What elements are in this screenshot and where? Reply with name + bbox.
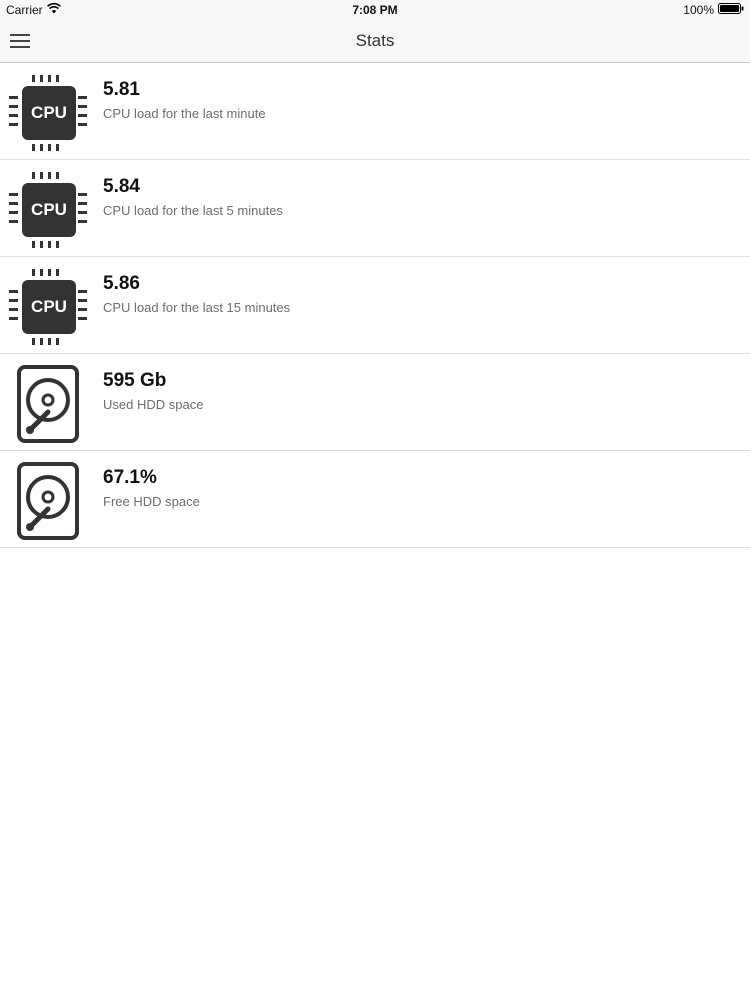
hdd-icon xyxy=(8,364,88,444)
cpu-icon: CPU xyxy=(8,267,88,347)
hdd-icon xyxy=(8,461,88,541)
stat-label: Free HDD space xyxy=(103,494,200,509)
stat-value: 5.86 xyxy=(103,273,140,294)
cpu-icon: CPU xyxy=(8,170,88,250)
stat-label: CPU load for the last minute xyxy=(103,106,266,121)
cpu-icon-label: CPU xyxy=(31,103,67,122)
stat-label: CPU load for the last 5 minutes xyxy=(103,203,283,218)
list-item[interactable]: 595 Gb Used HDD space xyxy=(0,354,750,451)
stats-list: CPU 5.81 CPU load for the last minute CP… xyxy=(0,63,750,548)
stat-label: Used HDD space xyxy=(103,397,204,412)
status-time: 7:08 PM xyxy=(352,3,398,17)
stat-value: 5.84 xyxy=(103,176,140,197)
stat-label: CPU load for the last 15 minutes xyxy=(103,300,291,315)
list-item[interactable]: CPU 5.81 CPU load for the last minute xyxy=(0,63,750,160)
battery-icon xyxy=(718,3,744,17)
stat-value: 67.1% xyxy=(103,467,157,488)
list-item[interactable]: CPU 5.86 CPU load for the last 15 minute… xyxy=(0,257,750,354)
battery-percent: 100% xyxy=(683,3,714,17)
page-title: Stats xyxy=(355,31,395,50)
cpu-icon-label: CPU xyxy=(31,200,67,219)
cpu-icon-label: CPU xyxy=(31,297,67,316)
cpu-icon: CPU xyxy=(8,73,88,153)
list-item[interactable]: CPU 5.84 CPU load for the last 5 minutes xyxy=(0,160,750,257)
status-bar: Carrier 7:08 PM 100% xyxy=(0,0,750,20)
stat-value: 595 Gb xyxy=(103,370,167,391)
list-item[interactable]: 67.1% Free HDD space xyxy=(0,451,750,548)
status-right: 100% xyxy=(683,3,744,17)
nav-bar: Stats xyxy=(0,20,750,63)
stat-value: 5.81 xyxy=(103,79,140,100)
